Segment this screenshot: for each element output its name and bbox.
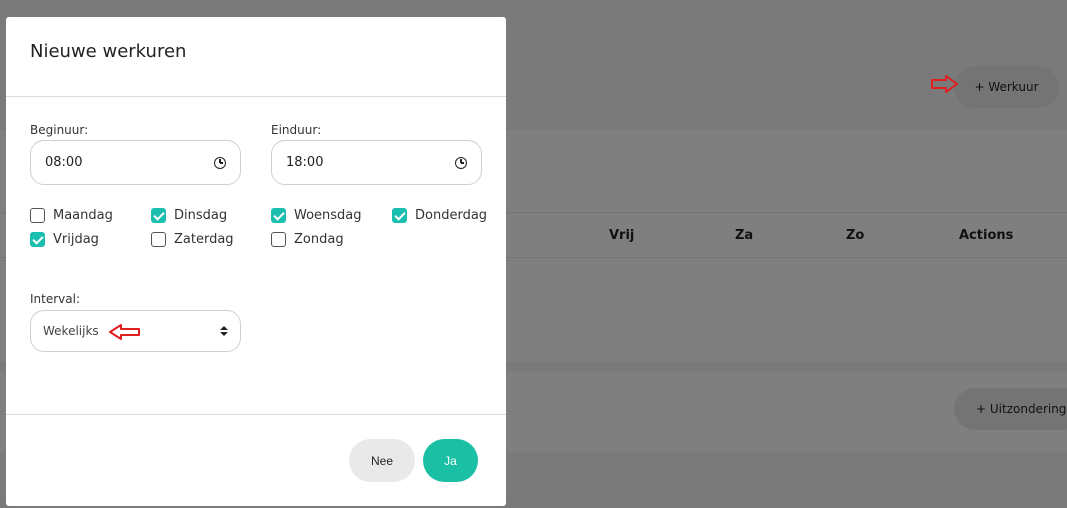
day-label: Maandag [53, 208, 113, 223]
checkbox[interactable] [271, 232, 286, 247]
select-arrows-icon [220, 326, 228, 336]
day-label: Woensdag [294, 208, 362, 223]
start-time-input[interactable]: 08:00 [30, 140, 241, 185]
start-time-label: Beginuur: [30, 123, 89, 137]
day-label: Donderdag [415, 208, 488, 223]
day-checkbox-zaterdag[interactable]: Zaterdag [151, 232, 234, 247]
day-checkbox-woensdag[interactable]: Woensdag [271, 208, 362, 223]
dialog-header: Nieuwe werkuren [6, 17, 506, 97]
checkbox[interactable] [30, 208, 45, 223]
checkbox[interactable] [392, 208, 407, 223]
day-checkbox-dinsdag[interactable]: Dinsdag [151, 208, 227, 223]
start-time-value: 08:00 [45, 155, 83, 170]
day-label: Dinsdag [174, 208, 228, 223]
end-time-input[interactable]: 18:00 [271, 140, 482, 185]
dialog-body: Beginuur: 08:00 Einduur: 18:00 Maandag D… [6, 97, 506, 415]
annotation-arrow-left-icon [109, 324, 140, 340]
no-button[interactable]: Nee [349, 439, 415, 482]
checkbox[interactable] [30, 232, 45, 247]
day-checkbox-maandag[interactable]: Maandag [30, 208, 113, 223]
day-label: Vrijdag [53, 232, 99, 247]
day-checkbox-donderdag[interactable]: Donderdag [392, 208, 487, 223]
day-label: Zaterdag [174, 232, 234, 247]
checkbox[interactable] [151, 208, 166, 223]
end-time-label: Einduur: [271, 123, 322, 137]
day-checkbox-zondag[interactable]: Zondag [271, 232, 344, 247]
interval-label: Interval: [30, 292, 80, 306]
day-label: Zondag [294, 232, 344, 247]
yes-button[interactable]: Ja [423, 439, 478, 482]
clock-icon[interactable] [455, 156, 467, 169]
checkbox[interactable] [271, 208, 286, 223]
annotation-arrow-right-icon [931, 75, 958, 93]
new-workhours-dialog: Nieuwe werkuren Beginuur: 08:00 Einduur:… [6, 17, 506, 506]
checkbox[interactable] [151, 232, 166, 247]
end-time-value: 18:00 [286, 155, 324, 170]
clock-icon[interactable] [214, 156, 226, 169]
dialog-footer: Nee Ja [6, 414, 506, 506]
day-checkbox-vrijdag[interactable]: Vrijdag [30, 232, 99, 247]
dialog-title: Nieuwe werkuren [30, 41, 187, 62]
